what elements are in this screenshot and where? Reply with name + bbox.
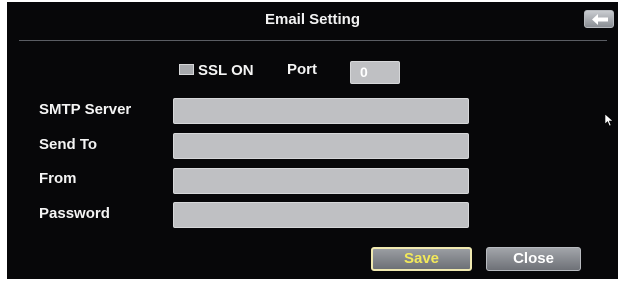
back-button[interactable] <box>584 10 614 28</box>
from-label: From <box>39 170 77 187</box>
smtp-server-input[interactable] <box>173 98 469 124</box>
smtp-server-label: SMTP Server <box>39 101 132 118</box>
send-to-input[interactable] <box>173 133 469 159</box>
port-input[interactable]: 0 <box>350 61 400 84</box>
mouse-pointer-icon <box>605 114 614 127</box>
send-to-label: Send To <box>39 136 98 153</box>
from-input[interactable] <box>173 168 469 194</box>
ssl-checkbox[interactable] <box>179 64 194 75</box>
close-button[interactable]: Close <box>486 247 581 271</box>
email-setting-dialog: Email Setting SSL ON Port 0 SMTP Server … <box>7 2 618 279</box>
title-divider <box>19 40 607 41</box>
ssl-label: SSL ON <box>198 62 254 79</box>
password-label: Password <box>39 205 110 222</box>
port-label: Port <box>287 61 317 78</box>
title-bar: Email Setting <box>7 2 618 40</box>
dialog-title: Email Setting <box>264 11 361 28</box>
back-arrow-icon <box>592 14 608 25</box>
save-button[interactable]: Save <box>371 247 472 271</box>
password-input[interactable] <box>173 202 469 228</box>
